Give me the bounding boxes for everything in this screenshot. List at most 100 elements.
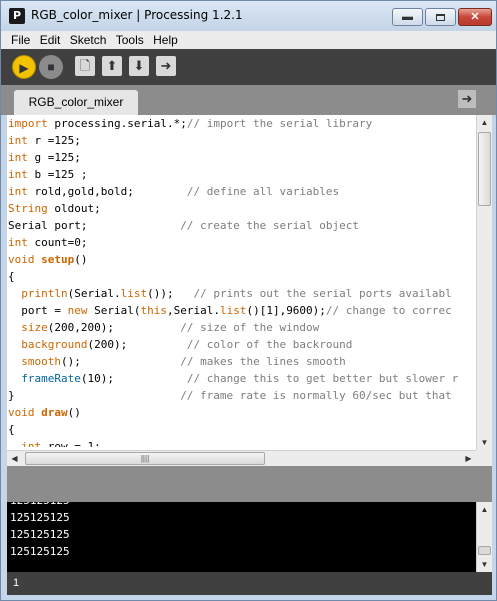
code-line[interactable]: void draw()	[7, 404, 476, 421]
code-line[interactable]: {	[7, 268, 476, 285]
export-button[interactable]: ➜	[156, 56, 176, 76]
menu-file[interactable]: File	[11, 31, 30, 47]
code-line[interactable]: int r =125;	[7, 132, 476, 149]
menu-help[interactable]: Help	[153, 31, 178, 47]
code-token: row = 1;	[41, 440, 101, 447]
code-line[interactable]: Serial port; // create the serial object	[7, 217, 476, 234]
menu-edit[interactable]: Edit	[40, 31, 61, 47]
code-token: int	[8, 236, 28, 249]
code-token: (200,200);	[47, 321, 181, 334]
code-token: void	[8, 406, 35, 419]
code-token: String	[8, 202, 48, 215]
code-line[interactable]: smooth(); // makes the lines smooth	[7, 353, 476, 370]
console-line: 125125125	[10, 545, 70, 558]
code-token: g =125;	[27, 151, 81, 164]
code-line[interactable]: import processing.serial.*;// import the…	[7, 115, 476, 132]
scroll-right-arrow-icon[interactable]: ▶	[461, 451, 476, 466]
title-bar[interactable]: P RGB_color_mixer | Processing 1.2.1 ▬ ✕	[1, 1, 496, 31]
code-token: b =125 ;	[27, 168, 88, 181]
code-token: int	[8, 185, 28, 198]
code-token: list	[120, 287, 148, 300]
console-line: 125125125	[10, 511, 70, 524]
code-editor[interactable]: import processing.serial.*;// import the…	[7, 115, 476, 450]
code-line[interactable]: size(200,200); // size of the window	[7, 319, 476, 336]
code-token: int	[8, 134, 28, 147]
code-token: // import the serial library	[186, 117, 373, 130]
scroll-up-arrow-icon[interactable]: ▲	[477, 115, 492, 130]
code-line[interactable]: {	[7, 421, 476, 438]
close-button[interactable]: ✕	[458, 8, 492, 26]
code-line[interactable]: port = new Serial(this,Serial.list()[1],…	[7, 302, 476, 319]
open-sketch-button[interactable]: ⬆	[102, 56, 122, 76]
code-token: ,Serial.	[166, 304, 220, 317]
code-token: Serial port;	[8, 219, 181, 232]
editor-horizontal-scroll-thumb[interactable]: ||||	[25, 452, 265, 465]
code-token: Serial(	[87, 304, 141, 317]
code-line[interactable]: int b =125 ;	[7, 166, 476, 183]
code-line[interactable]: int row = 1;	[7, 438, 476, 447]
code-token: int	[21, 440, 42, 447]
code-token: // frame rate is normally 60/sec but tha…	[180, 389, 452, 402]
code-token: rold,gold,bold;	[27, 185, 187, 198]
processing-app-icon: P	[9, 8, 25, 24]
line-number-status: 1	[7, 572, 492, 595]
maximize-icon	[436, 14, 445, 21]
code-token: new	[67, 304, 88, 317]
code-line[interactable]: background(200); // color of the backrou…	[7, 336, 476, 353]
editor-vertical-scroll-thumb[interactable]	[478, 132, 491, 206]
menu-tools[interactable]: Tools	[116, 31, 144, 47]
new-sketch-button[interactable]: 🗋	[75, 56, 95, 76]
code-token: // makes the lines smooth	[180, 355, 346, 368]
run-button[interactable]: ▶	[12, 55, 36, 79]
code-line[interactable]: int g =125;	[7, 149, 476, 166]
tab-bar: RGB_color_mixer ➜	[1, 85, 496, 115]
editor-horizontal-scrollbar[interactable]: ◀ |||| ▶	[7, 450, 476, 466]
tab-rgb-color-mixer[interactable]: RGB_color_mixer	[14, 90, 138, 115]
scrollbar-corner	[476, 450, 492, 466]
code-token: // change this to get better but slower …	[186, 372, 459, 385]
window-title: RGB_color_mixer | Processing 1.2.1	[31, 8, 243, 22]
code-token: void	[8, 253, 35, 266]
code-token: ()	[67, 406, 81, 419]
code-token: ());	[147, 287, 194, 300]
code-token: }	[8, 389, 181, 402]
code-token: this	[140, 304, 167, 317]
code-token: r =125;	[27, 134, 81, 147]
console-scroll-up-arrow-icon[interactable]: ▲	[477, 502, 492, 517]
code-token: {	[8, 423, 15, 436]
editor-vertical-scrollbar[interactable]: ▲ ▼	[476, 115, 492, 450]
tab-menu-arrow-icon[interactable]: ➜	[458, 90, 476, 108]
code-token: ()[1],9600);	[246, 304, 326, 317]
code-token: // color of the backround	[186, 338, 353, 351]
code-token: // create the serial object	[180, 219, 359, 232]
code-token: processing.serial.*;	[47, 117, 187, 130]
code-line[interactable]: } // frame rate is normally 60/sec but t…	[7, 387, 476, 404]
code-line[interactable]: void setup()	[7, 251, 476, 268]
code-token: size	[21, 321, 48, 334]
code-line[interactable]: String oldout;	[7, 200, 476, 217]
message-area	[7, 466, 492, 502]
code-line[interactable]: frameRate(10); // change this to get bet…	[7, 370, 476, 387]
stop-button[interactable]: ■	[39, 55, 63, 79]
maximize-button[interactable]	[425, 8, 456, 26]
code-token: // size of the window	[180, 321, 320, 334]
code-line[interactable]: int count=0;	[7, 234, 476, 251]
save-sketch-button[interactable]: ⬇	[129, 56, 149, 76]
console-vertical-scrollbar[interactable]: ▲ ▼	[476, 502, 492, 572]
minimize-button[interactable]: ▬	[392, 8, 423, 26]
code-line[interactable]: int rold,gold,bold; // define all variab…	[7, 183, 476, 200]
scroll-left-arrow-icon[interactable]: ◀	[7, 451, 22, 466]
code-line[interactable]: println(Serial.list()); // prints out th…	[7, 285, 476, 302]
console-scroll-down-arrow-icon[interactable]: ▼	[477, 557, 492, 572]
code-token: background	[21, 338, 88, 351]
console-scroll-thumb[interactable]	[478, 546, 491, 555]
code-token: int	[8, 151, 28, 164]
code-token: import	[8, 117, 48, 130]
menu-sketch[interactable]: Sketch	[70, 31, 107, 47]
code-token: oldout;	[47, 202, 101, 215]
code-token: ();	[61, 355, 181, 368]
scroll-down-arrow-icon[interactable]: ▼	[477, 435, 492, 450]
